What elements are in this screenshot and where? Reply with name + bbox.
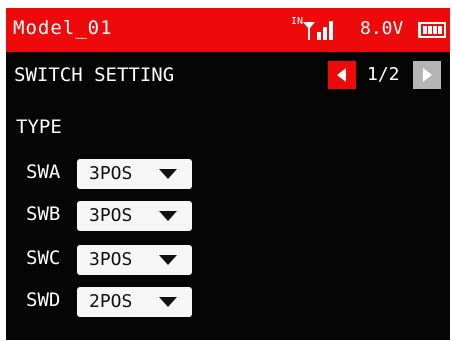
dropdown-value: 2POS [89,291,133,312]
signal-indicator: IN [291,16,339,42]
model-name: Model_01 [13,17,113,39]
signal-bars-icon [303,21,333,40]
prev-page-button[interactable] [328,61,356,89]
chevron-down-icon [159,169,177,179]
switch-label-swc: SWC [26,247,61,269]
chevron-down-icon [159,255,177,265]
dropdown-value: 3POS [89,163,133,184]
switch-label-swb: SWB [26,203,61,225]
switch-label-swa: SWA [26,161,61,183]
arrow-left-icon [337,68,346,82]
page-indicator: 1/2 [367,64,400,85]
section-label-type: TYPE [16,116,62,138]
dropdown-value: 3POS [89,205,133,226]
chevron-down-icon [159,211,177,221]
switch-label-swd: SWD [26,289,61,311]
next-page-button[interactable] [413,61,441,89]
dropdown-value: 3POS [89,249,133,270]
chevron-down-icon [159,297,177,307]
switch-type-dropdown-swc[interactable]: 3POS [77,245,192,275]
switch-type-dropdown-swd[interactable]: 2POS [77,287,192,317]
switch-type-dropdown-swa[interactable]: 3POS [77,159,192,189]
battery-icon [418,22,446,38]
status-bar: Model_01 IN 8.0V [6,8,450,52]
device-screen: Model_01 IN 8.0V SWITCH SETTING 1/2 TYPE… [6,8,450,340]
page-title: SWITCH SETTING [14,64,175,86]
switch-type-dropdown-swb[interactable]: 3POS [77,201,192,231]
battery-voltage: 8.0V [360,18,404,39]
arrow-right-icon [423,68,432,82]
